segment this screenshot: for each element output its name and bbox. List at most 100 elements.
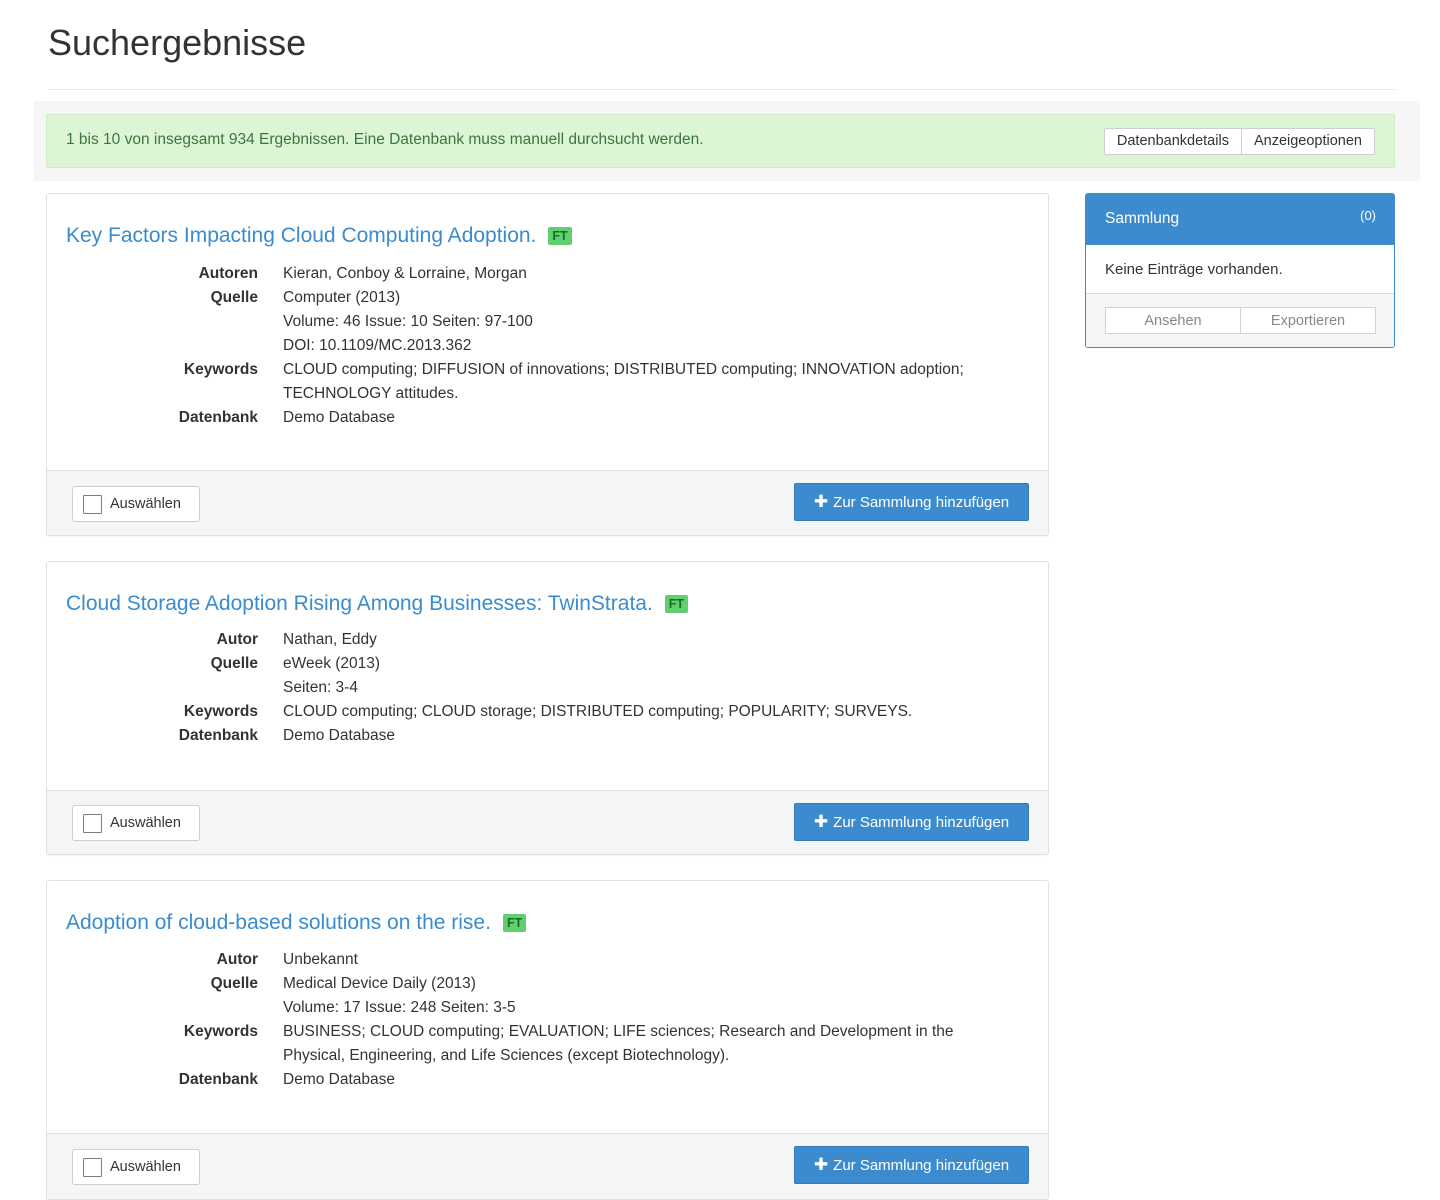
field-value: Computer (2013) Volume: 46 Issue: 10 Sei… [283, 286, 983, 358]
field-label: Keywords [183, 361, 258, 378]
view-collection-button[interactable]: Ansehen [1105, 307, 1241, 334]
checkbox-icon[interactable] [83, 494, 102, 514]
result-footer: Auswählen ✚ Zur Sammlung hinzufügen [47, 1133, 1048, 1199]
field-row: Keywords CLOUD computing; DIFFUSION of i… [47, 358, 983, 406]
result-footer: Auswählen ✚ Zur Sammlung hinzufügen [47, 470, 1048, 535]
field-value-line: BUSINESS; CLOUD computing; EVALUATION; L… [283, 1023, 954, 1040]
field-value-line: Demo Database [283, 1071, 396, 1088]
field-value-line: eWeek (2013) [283, 655, 381, 672]
result-title-link[interactable]: Cloud Storage Adoption Rising Among Busi… [66, 592, 653, 616]
field-value: CLOUD computing; CLOUD storage; DISTRIBU… [283, 700, 983, 724]
field-label: Autor [216, 951, 258, 968]
field-value: Demo Database [283, 1068, 983, 1092]
plus-icon: ✚ [813, 1155, 829, 1174]
field-value-line: Demo Database [283, 727, 396, 744]
field-value-line: Physical, Engineering, and Life Sciences… [283, 1047, 730, 1064]
collection-panel: Sammlung (0) Keine Einträge vorhanden. A… [1085, 193, 1395, 348]
field-value: Medical Device Daily (2013) Volume: 17 I… [283, 972, 983, 1020]
field-label: Datenbank [178, 727, 258, 744]
collection-button-group: Ansehen Exportieren [1105, 307, 1376, 334]
add-to-collection-button[interactable]: ✚ Zur Sammlung hinzufügen [794, 483, 1029, 521]
plus-icon: ✚ [813, 812, 829, 831]
database-details-button[interactable]: Datenbankdetails [1103, 128, 1242, 155]
field-value-line: Kieran, Conboy & Lorraine, Morgan [283, 265, 527, 282]
checkbox-icon[interactable] [83, 813, 102, 833]
field-row: Quelle Medical Device Daily (2013) Volum… [47, 972, 983, 1020]
field-label: Quelle [210, 975, 258, 992]
add-to-collection-label: Zur Sammlung hinzufügen [833, 493, 1010, 511]
field-value-line: Seiten: 3-4 [283, 679, 358, 696]
field-value: Kieran, Conboy & Lorraine, Morgan [283, 262, 983, 286]
result-footer: Auswählen ✚ Zur Sammlung hinzufügen [47, 790, 1048, 854]
result-fields: Autor Unbekannt Quelle Medical Device Da… [47, 948, 983, 1092]
field-value-line: Demo Database [283, 409, 396, 426]
field-row: Keywords CLOUD computing; CLOUD storage;… [47, 700, 983, 724]
collection-header: Sammlung (0) [1086, 194, 1394, 245]
add-to-collection-button[interactable]: ✚ Zur Sammlung hinzufügen [794, 803, 1029, 841]
field-row: Quelle Computer (2013) Volume: 46 Issue:… [47, 286, 983, 358]
fulltext-badge: FT [548, 227, 572, 245]
field-label: Autoren [198, 265, 258, 282]
select-label: Auswählen [110, 815, 181, 831]
display-options-button[interactable]: Anzeigeoptionen [1240, 128, 1375, 155]
field-label: Datenbank [178, 1071, 258, 1088]
field-value: Demo Database [283, 406, 983, 430]
select-label: Auswählen [110, 1159, 181, 1175]
field-value-line: CLOUD computing; DIFFUSION of innovation… [283, 361, 964, 378]
field-row: Datenbank Demo Database [47, 724, 983, 748]
collection-footer: Ansehen Exportieren [1086, 294, 1394, 347]
select-label: Auswählen [110, 496, 181, 512]
field-value-line: CLOUD computing; CLOUD storage; DISTRIBU… [283, 703, 913, 720]
field-label: Keywords [183, 703, 258, 720]
add-to-collection-label: Zur Sammlung hinzufügen [833, 1156, 1010, 1174]
fulltext-badge: FT [664, 595, 689, 613]
field-label: Keywords [183, 1023, 258, 1040]
result-fields: Autor Nathan, Eddy Quelle eWeek (2013) S… [47, 628, 983, 748]
collection-count: (0) [1360, 208, 1376, 223]
result-title: Cloud Storage Adoption Rising Among Busi… [66, 592, 689, 616]
page-title: Suchergebnisse [48, 22, 307, 63]
collection-empty-text: Keine Einträge vorhanden. [1105, 261, 1283, 278]
result-item: Cloud Storage Adoption Rising Among Busi… [46, 561, 1049, 855]
field-value-line: Unbekannt [283, 951, 358, 968]
field-value: Nathan, Eddy [283, 628, 983, 652]
field-value-line: Volume: 17 Issue: 248 Seiten: 3-5 [283, 999, 516, 1016]
field-label: Autor [216, 631, 258, 648]
result-title: Key Factors Impacting Cloud Computing Ad… [66, 224, 572, 248]
select-button[interactable]: Auswählen [72, 486, 200, 522]
export-collection-button[interactable]: Exportieren [1240, 307, 1376, 334]
add-to-collection-button[interactable]: ✚ Zur Sammlung hinzufügen [794, 1146, 1029, 1184]
field-value: Unbekannt [283, 948, 983, 972]
field-row: Datenbank Demo Database [47, 406, 983, 430]
field-row: Autor Nathan, Eddy [47, 628, 983, 652]
field-value: CLOUD computing; DIFFUSION of innovation… [283, 358, 983, 406]
select-button[interactable]: Auswählen [72, 805, 200, 841]
result-title-link[interactable]: Adoption of cloud-based solutions on the… [66, 911, 491, 935]
result-title-link[interactable]: Key Factors Impacting Cloud Computing Ad… [66, 224, 536, 248]
result-item: Adoption of cloud-based solutions on the… [46, 880, 1049, 1200]
field-value: BUSINESS; CLOUD computing; EVALUATION; L… [283, 1020, 983, 1068]
field-row: Quelle eWeek (2013) Seiten: 3-4 [47, 652, 983, 700]
result-fields: Autoren Kieran, Conboy & Lorraine, Morga… [47, 262, 983, 430]
collection-title: Sammlung [1105, 210, 1180, 227]
title-divider [48, 89, 1396, 90]
alert-button-group: Datenbankdetails Anzeigeoptionen [1103, 128, 1375, 155]
result-title: Adoption of cloud-based solutions on the… [66, 911, 527, 935]
field-label: Quelle [210, 655, 258, 672]
field-row: Keywords BUSINESS; CLOUD computing; EVAL… [47, 1020, 983, 1068]
field-value-line: Volume: 46 Issue: 10 Seiten: 97-100 [283, 313, 533, 330]
add-to-collection-label: Zur Sammlung hinzufügen [833, 813, 1010, 831]
field-label: Quelle [210, 289, 258, 306]
field-value: eWeek (2013) Seiten: 3-4 [283, 652, 983, 700]
field-value-line: Medical Device Daily (2013) [283, 975, 476, 992]
field-row: Autoren Kieran, Conboy & Lorraine, Morga… [47, 262, 983, 286]
field-value-line: DOI: 10.1109/MC.2013.362 [283, 337, 472, 354]
checkbox-icon[interactable] [83, 1157, 102, 1177]
field-value: Demo Database [283, 724, 983, 748]
results-summary-text: 1 bis 10 von insegsamt 934 Ergebnissen. … [66, 131, 704, 148]
select-button[interactable]: Auswählen [72, 1149, 200, 1185]
result-item: Key Factors Impacting Cloud Computing Ad… [46, 193, 1049, 536]
field-value-line: Computer (2013) [283, 289, 401, 306]
plus-icon: ✚ [813, 492, 829, 511]
fulltext-badge: FT [502, 914, 527, 932]
